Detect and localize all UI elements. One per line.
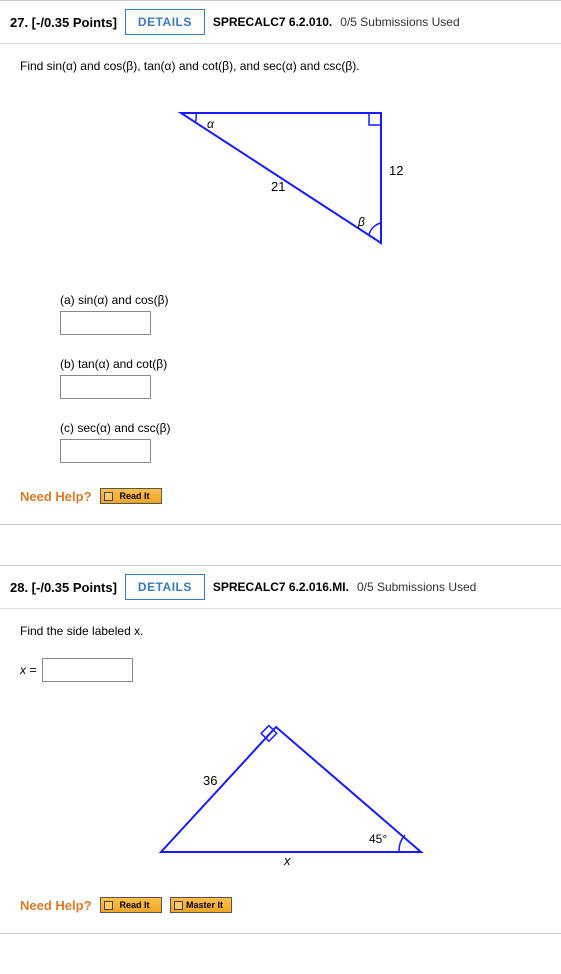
part-a: (a) sin(α) and cos(β) bbox=[60, 293, 541, 335]
question-number-points: 28. [-/0.35 Points] bbox=[10, 580, 117, 595]
read-it-button[interactable]: Read It bbox=[100, 488, 162, 504]
part-a-label: (a) sin(α) and cos(β) bbox=[60, 293, 541, 307]
x-equals-label: x = bbox=[20, 663, 36, 677]
hyp-label-28: 36 bbox=[203, 773, 217, 788]
angle-label-28: 45° bbox=[369, 832, 387, 846]
read-it-button[interactable]: Read It bbox=[100, 897, 162, 913]
question-28: 28. [-/0.35 Points] DETAILS SPRECALC7 6.… bbox=[0, 565, 561, 934]
part-b-label: (b) tan(α) and cot(β) bbox=[60, 357, 541, 371]
question-body: Find the side labeled x. x = 36 45° x Ne… bbox=[0, 609, 561, 933]
alpha-label: α bbox=[207, 117, 215, 131]
need-help-label: Need Help? bbox=[20, 489, 92, 504]
question-number-points: 27. [-/0.35 Points] bbox=[10, 15, 117, 30]
beta-label: β bbox=[357, 215, 365, 229]
master-it-button[interactable]: Master It bbox=[170, 897, 232, 913]
part-b-input[interactable] bbox=[60, 375, 151, 399]
x-input[interactable] bbox=[42, 658, 133, 682]
details-button[interactable]: DETAILS bbox=[125, 574, 205, 600]
question-header: 28. [-/0.35 Points] DETAILS SPRECALC7 6.… bbox=[0, 566, 561, 609]
base-label-28: x bbox=[283, 853, 291, 867]
side-label: 12 bbox=[389, 163, 403, 178]
submissions-used: 0/5 Submissions Used bbox=[357, 580, 476, 594]
question-source: SPRECALC7 6.2.016.MI. bbox=[213, 580, 349, 594]
triangle-figure-27: α β 21 12 bbox=[20, 93, 541, 263]
part-c-input[interactable] bbox=[60, 439, 151, 463]
part-b: (b) tan(α) and cot(β) bbox=[60, 357, 541, 399]
part-c: (c) sec(α) and csc(β) bbox=[60, 421, 541, 463]
question-source: SPRECALC7 6.2.010. bbox=[213, 15, 332, 29]
answer-parts: (a) sin(α) and cos(β) (b) tan(α) and cot… bbox=[60, 293, 541, 463]
need-help-row: Need Help? Read It Master It bbox=[20, 897, 541, 913]
x-equals-row: x = bbox=[20, 658, 541, 682]
details-button[interactable]: DETAILS bbox=[125, 9, 205, 35]
submissions-used: 0/5 Submissions Used bbox=[340, 15, 459, 29]
part-c-label: (c) sec(α) and csc(β) bbox=[60, 421, 541, 435]
question-27: 27. [-/0.35 Points] DETAILS SPRECALC7 6.… bbox=[0, 0, 561, 525]
part-a-input[interactable] bbox=[60, 311, 151, 335]
question-header: 27. [-/0.35 Points] DETAILS SPRECALC7 6.… bbox=[0, 1, 561, 44]
need-help-label: Need Help? bbox=[20, 898, 92, 913]
need-help-row: Need Help? Read It bbox=[20, 488, 541, 504]
hyp-label: 21 bbox=[271, 179, 285, 194]
question-body: Find sin(α) and cos(β), tan(α) and cot(β… bbox=[0, 44, 561, 524]
triangle-figure-28: 36 45° x bbox=[20, 707, 541, 867]
question-prompt: Find the side labeled x. bbox=[20, 624, 541, 638]
question-prompt: Find sin(α) and cos(β), tan(α) and cot(β… bbox=[20, 59, 541, 73]
